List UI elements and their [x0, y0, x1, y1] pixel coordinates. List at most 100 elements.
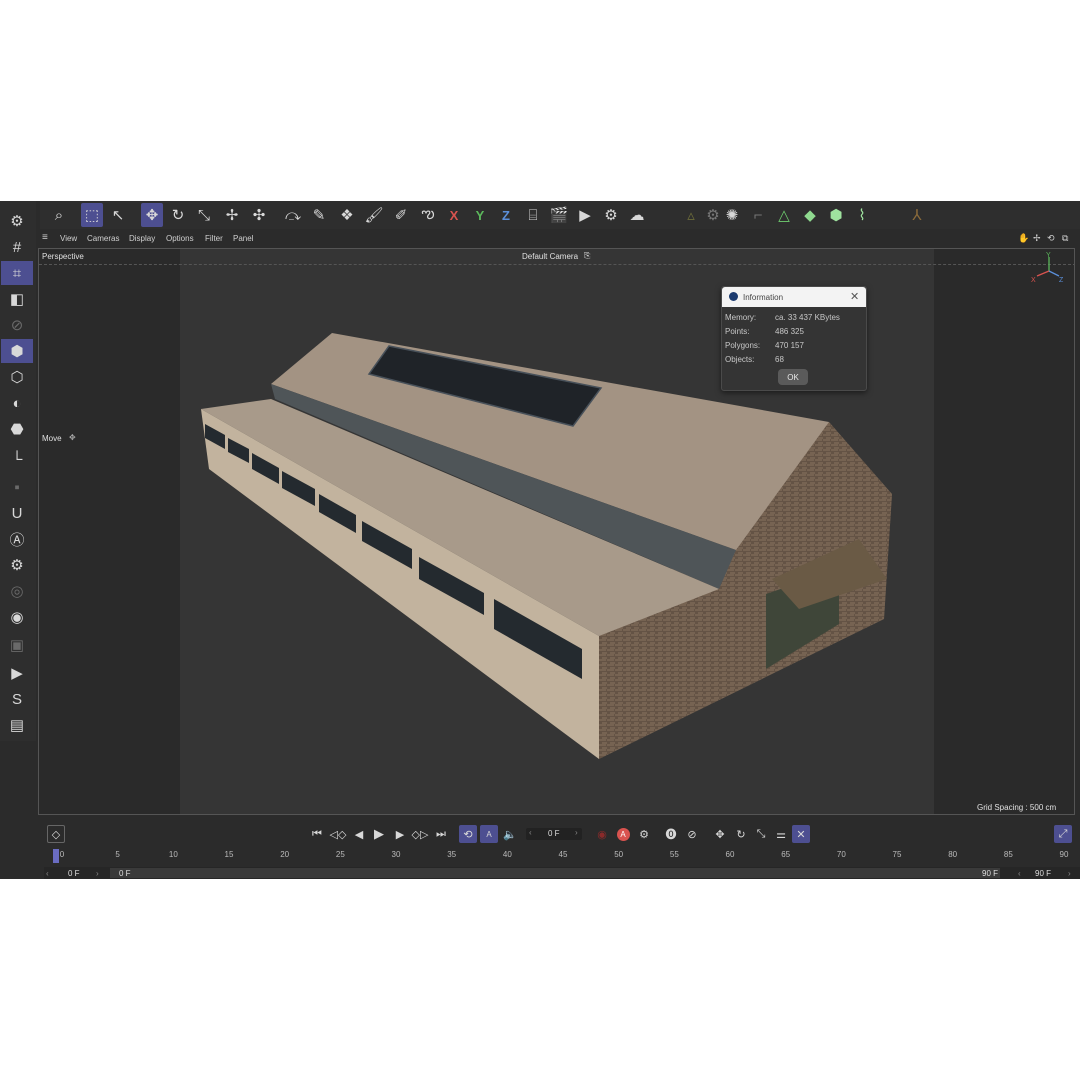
range-end-down-icon[interactable]: ‹: [1018, 869, 1021, 878]
spline-pen-icon[interactable]: ⤼: [282, 203, 304, 227]
pen-icon[interactable]: ✐: [390, 203, 412, 227]
snap-icon[interactable]: U: [1, 501, 33, 525]
menu-options[interactable]: Options: [166, 234, 194, 243]
brush-icon[interactable]: 🖌: [363, 203, 385, 227]
key-scale-icon[interactable]: ⤡: [752, 825, 770, 843]
preview-range-bar[interactable]: ‹ 0 F › 0 F 90 F ‹ 90 F ›: [44, 867, 1080, 879]
scale-tool-icon[interactable]: ⤡: [193, 203, 215, 227]
render-view-toolbar-icon[interactable]: 🎬: [548, 203, 570, 227]
playhead[interactable]: [53, 849, 59, 863]
render-settings-icon[interactable]: ⚙: [600, 203, 622, 227]
timeline-graph-icon[interactable]: ⤢: [1054, 825, 1072, 843]
render-picture-viewer-icon[interactable]: ▶: [574, 203, 596, 227]
coordinate-icon[interactable]: ⚙: [1, 209, 33, 233]
menu-display[interactable]: Display: [129, 234, 155, 243]
maximize-view-icon[interactable]: ⧉: [1062, 233, 1068, 244]
grid-icon[interactable]: #: [1, 235, 33, 259]
x-axis-lock-icon[interactable]: X: [443, 203, 465, 227]
transform-icon[interactable]: ✢: [221, 203, 243, 227]
range-slider[interactable]: [110, 868, 1000, 878]
visibility-icon[interactable]: ◉: [1, 605, 33, 629]
coordinate-system-icon[interactable]: ⌸: [522, 203, 544, 227]
render-view-icon[interactable]: ▶: [1, 661, 33, 685]
field-icon[interactable]: ⌐: [747, 203, 769, 227]
range-end-up-icon[interactable]: ›: [1068, 869, 1071, 878]
search-icon[interactable]: ⌕: [48, 203, 70, 227]
record-settings-icon[interactable]: ⚙: [635, 825, 653, 843]
frame-up-icon[interactable]: ›: [575, 828, 578, 837]
ok-button[interactable]: OK: [778, 369, 808, 385]
keyframe-icon[interactable]: ◇: [47, 825, 65, 843]
menu-filter[interactable]: Filter: [205, 234, 223, 243]
timeline-ruler[interactable]: 0 5 10 15 20 25 30 35 40 45 50 55 60 65 70 75 80 85 90: [48, 847, 1073, 867]
next-frame-icon[interactable]: ▶: [391, 825, 409, 843]
workplane-icon[interactable]: ⌗: [1, 261, 33, 285]
range-start-up-icon[interactable]: ›: [96, 869, 99, 878]
hamburger-icon[interactable]: ≡: [42, 232, 48, 243]
move-tool-icon[interactable]: ✥: [141, 203, 163, 227]
frame-down-icon[interactable]: ‹: [529, 828, 532, 837]
scene-icon[interactable]: S: [1, 687, 33, 711]
axis-mode-icon[interactable]: └: [1, 447, 33, 471]
cloud-render-icon[interactable]: ☁: [626, 203, 648, 227]
menu-panel[interactable]: Panel: [233, 234, 253, 243]
rotate-tool-icon[interactable]: ↻: [167, 203, 189, 227]
key-param-icon[interactable]: ⚌: [772, 825, 790, 843]
previous-frame-icon[interactable]: ◀: [350, 825, 368, 843]
loop-icon[interactable]: ⟲: [459, 825, 477, 843]
autokey-record-icon[interactable]: A: [616, 827, 630, 841]
mograph-icon[interactable]: ❖: [336, 203, 358, 227]
edges-mode-icon[interactable]: ◐: [1, 391, 33, 415]
z-axis-lock-icon[interactable]: Z: [495, 203, 517, 227]
object-mode-icon[interactable]: ⬢: [1, 339, 33, 363]
record-icon[interactable]: ◉: [593, 825, 611, 843]
key-move-icon[interactable]: ✥: [711, 825, 729, 843]
range-start-down-icon[interactable]: ‹: [46, 869, 49, 878]
range-end-value[interactable]: 90 F: [1035, 869, 1051, 878]
model-mode-icon[interactable]: ◧: [1, 287, 33, 311]
render-region-icon[interactable]: ▣: [1, 633, 33, 657]
target-icon[interactable]: ◎: [1, 579, 33, 603]
rotate-view-icon[interactable]: ⟲: [1047, 233, 1055, 244]
sculpt-icon[interactable]: ▵: [680, 203, 702, 227]
solo-icon[interactable]: ▪: [1, 475, 33, 499]
polygon-pen-icon[interactable]: △: [773, 203, 795, 227]
spline-tool-icon[interactable]: ✎: [308, 203, 330, 227]
folder-icon[interactable]: ▤: [1, 713, 33, 737]
texture-mode-icon[interactable]: ⊘: [1, 313, 33, 337]
cube-green-icon[interactable]: ◆: [799, 203, 821, 227]
sketch-icon[interactable]: ఌ: [417, 203, 439, 227]
warehouse-model[interactable]: [39, 249, 1075, 815]
key-pla-icon[interactable]: ✕: [792, 825, 810, 843]
range-start-value[interactable]: 0 F: [68, 869, 80, 878]
sound-icon[interactable]: 🔈: [501, 825, 519, 843]
soft-selection-icon[interactable]: ✣: [248, 203, 270, 227]
play-icon[interactable]: ▶: [370, 825, 388, 843]
deformer-icon[interactable]: ⌇: [851, 203, 873, 227]
character-icon[interactable]: ⅄: [906, 203, 928, 227]
menu-cameras[interactable]: Cameras: [87, 234, 119, 243]
close-icon[interactable]: ✕: [850, 290, 859, 303]
particles-icon[interactable]: ✺: [721, 203, 743, 227]
go-to-end-icon[interactable]: ⏭: [432, 825, 450, 843]
pan-icon[interactable]: ✋: [1018, 233, 1029, 244]
y-axis-lock-icon[interactable]: Y: [469, 203, 491, 227]
select-rect-icon[interactable]: ⬚: [81, 203, 103, 227]
polygons-mode-icon[interactable]: ⬣: [1, 417, 33, 441]
key-position-icon[interactable]: ⓿: [662, 825, 680, 843]
animation-icon[interactable]: Ⓐ: [1, 527, 33, 551]
current-frame-field[interactable]: ‹ 0 F ›: [526, 828, 582, 840]
auto-key-icon[interactable]: A: [480, 825, 498, 843]
settings-icon[interactable]: ⚙: [1, 553, 33, 577]
go-to-start-icon[interactable]: ⏮: [308, 825, 326, 843]
menu-view[interactable]: View: [60, 234, 77, 243]
previous-key-icon[interactable]: ◁◇: [329, 825, 347, 843]
key-rotate-icon[interactable]: ↻: [732, 825, 750, 843]
key-rotation-icon[interactable]: ⊘: [683, 825, 701, 843]
dolly-icon[interactable]: ✢: [1033, 233, 1041, 244]
viewport[interactable]: Perspective Default Camera ⎘ Move ✥ Grid…: [38, 248, 1075, 815]
cube-icon[interactable]: ⬢: [825, 203, 847, 227]
next-key-icon[interactable]: ◇▷: [411, 825, 429, 843]
live-select-icon[interactable]: ↖: [107, 203, 129, 227]
points-mode-icon[interactable]: ⬡: [1, 365, 33, 389]
